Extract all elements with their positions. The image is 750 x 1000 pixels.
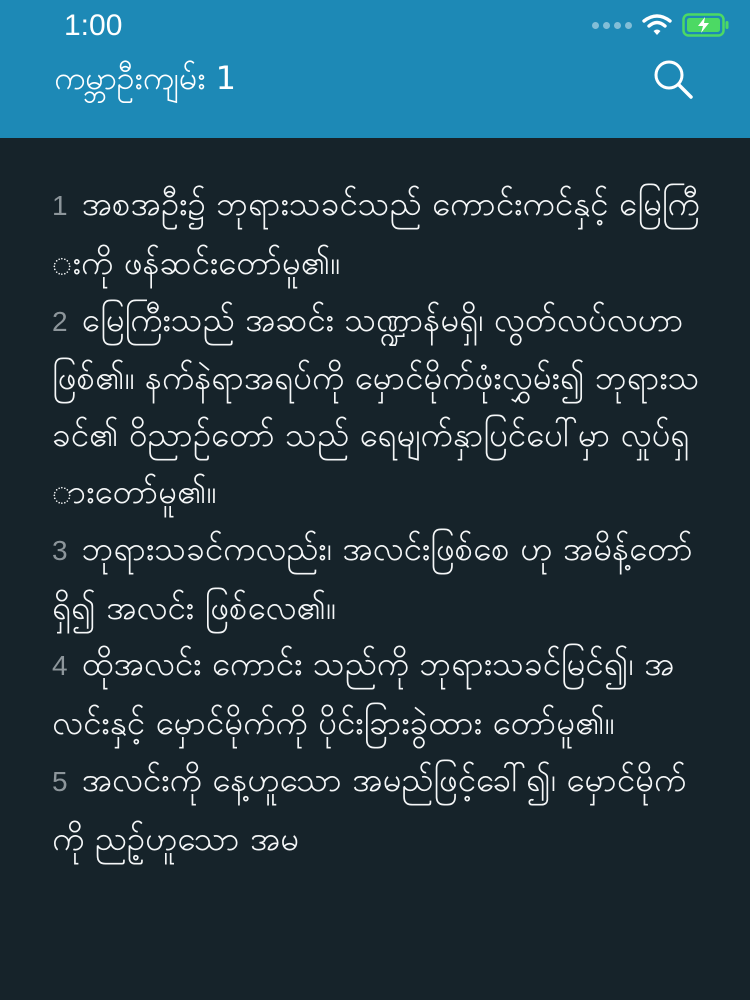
verse-text: အလင်းကို နေ့ဟူသော အမည်ဖြင့်ခေါ်၍၊ မှောင်… [52, 759, 687, 858]
verse-number: 3 [52, 534, 68, 566]
verse-text: မြေကြီးသည် အဆင်း သဏ္ဍာန်မရှိ၊ လွတ်လပ်လဟာ… [52, 299, 700, 511]
verse-number: 5 [52, 765, 68, 797]
search-icon [654, 60, 693, 99]
app-header: 1:00 ကမ္ဘာဦးကျမ်း 1 [0, 0, 750, 138]
verse-list: 1 အစအဦး၌ ဘုရားသခင်သည် ကောင်းကင်နှင့် မြေက… [52, 176, 702, 868]
scripture-content[interactable]: 1 အစအဦး၌ ဘုရားသခင်သည် ကောင်းကင်နှင့် မြေက… [0, 138, 750, 1000]
verse[interactable]: 2 မြေကြီးသည် အဆင်း သဏ္ဍာန်မရှိ၊ လွတ်လပ်လဟ… [52, 292, 702, 521]
cellular-signal-icon [592, 21, 632, 29]
verse-number: 2 [52, 305, 68, 337]
verse-text: ဘုရားသခင်ကလည်း၊ အလင်းဖြစ်စေ ဟု အမိန့်တော… [52, 528, 693, 627]
wifi-icon [642, 14, 672, 35]
search-button[interactable] [650, 56, 696, 102]
status-time: 1:00 [64, 9, 123, 42]
verse[interactable]: 5 အလင်းကို နေ့ဟူသော အမည်ဖြင့်ခေါ်၍၊ မှောင… [52, 752, 702, 868]
verse-number: 1 [52, 190, 68, 221]
status-indicators [592, 10, 730, 40]
chapter-title[interactable]: ကမ္ဘာဦးကျမ်း 1 [54, 50, 236, 106]
battery-charging-icon [682, 13, 729, 37]
verse[interactable]: 1 အစအဦး၌ ဘုရားသခင်သည် ကောင်းကင်နှင့် မြေက… [52, 176, 702, 292]
verse-text: အစအဦး၌ ဘုရားသခင်သည် ကောင်းကင်နှင့် မြေကြ… [52, 184, 700, 282]
verse-text: ထိုအလင်း ကောင်း သည်ကို ဘုရားသခင်မြင်၍၊ အ… [52, 644, 675, 743]
verse[interactable]: 4 ထိုအလင်း ကောင်း သည်ကို ဘုရားသခင်မြင်၍၊ … [52, 636, 702, 752]
verse[interactable]: 3 ဘုရားသခင်ကလည်း၊ အလင်းဖြစ်စေ ဟု အမိန့်တေ… [52, 521, 702, 637]
verse-number: 4 [52, 650, 68, 682]
